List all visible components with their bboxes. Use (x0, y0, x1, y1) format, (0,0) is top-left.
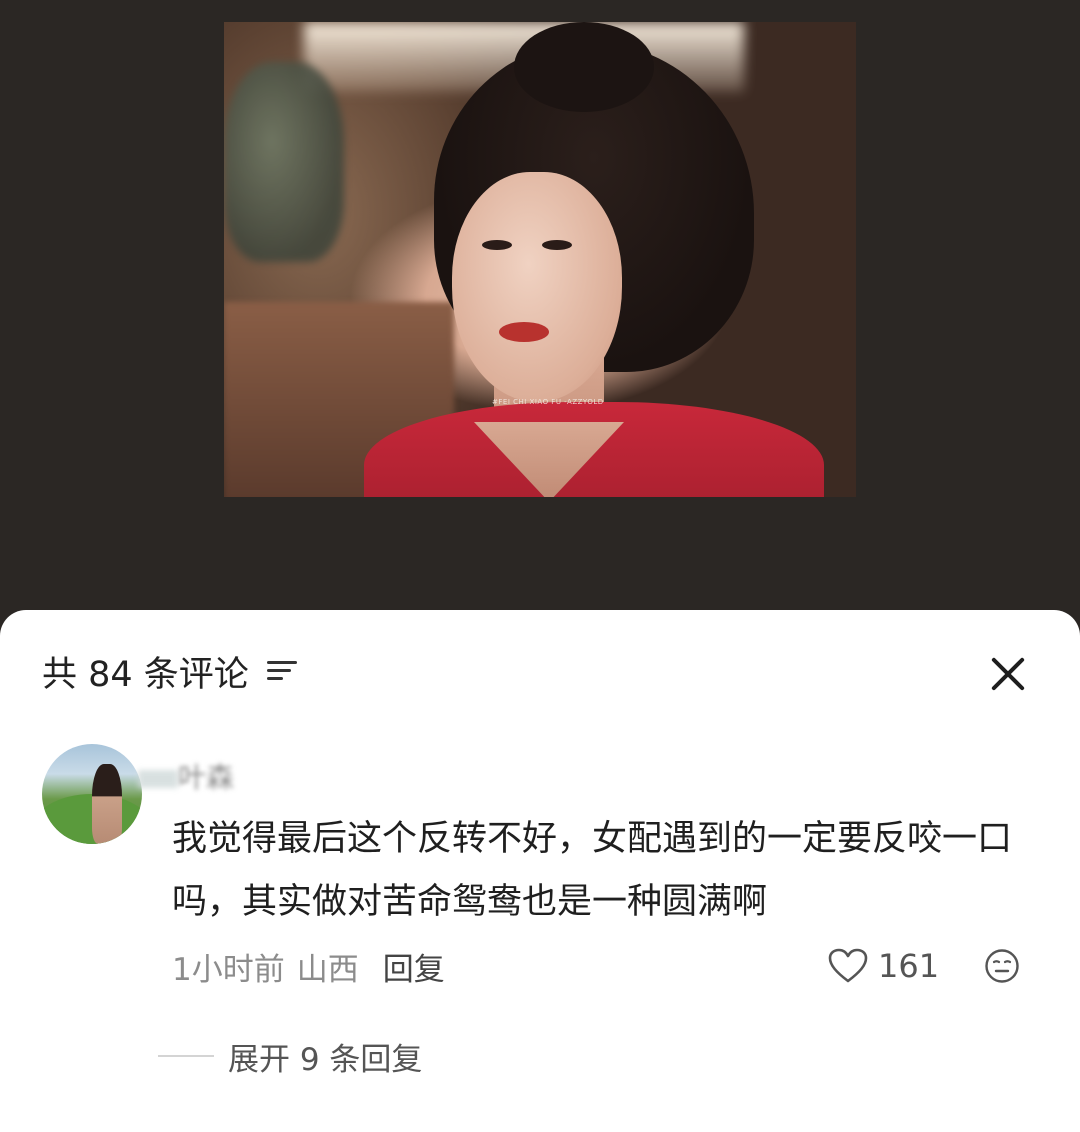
avatar[interactable] (42, 744, 142, 844)
actress-left-eye (482, 240, 512, 250)
actress-hair-bun (514, 22, 654, 112)
video-frame[interactable]: #FEI CHI XIAO FU -AZZYOLD (224, 22, 856, 497)
expand-divider-line (158, 1055, 214, 1057)
actress-right-eye (542, 240, 572, 250)
heart-outline-icon[interactable] (828, 948, 868, 984)
expand-replies[interactable]: 展开 9 条回复 (158, 1034, 422, 1079)
close-icon[interactable] (986, 652, 1030, 696)
comment-time: 1小时前 (172, 951, 285, 988)
actress-face (452, 172, 622, 402)
like-button[interactable]: 161 (828, 944, 939, 988)
comments-header: 共 84 条评论 (42, 646, 297, 696)
username-badge-blurred (138, 770, 178, 788)
video-watermark: #FEI CHI XIAO FU -AZZYOLD (492, 398, 604, 406)
background-vase (224, 62, 344, 262)
neutral-face-icon[interactable] (984, 948, 1020, 984)
comments-sheet: 共 84 条评论 叶森 我觉得最后这个反转不好，女配遇到的一定要反咬一口吗，其实… (0, 610, 1080, 1132)
comment-text: 我觉得最后这个反转不好，女配遇到的一定要反咬一口吗，其实做对苦命鸳鸯也是一种圆满… (172, 819, 1013, 922)
comment-count-title: 共 84 条评论 (42, 654, 249, 695)
expand-replies-label[interactable]: 展开 9 条回复 (228, 1034, 422, 1079)
sort-lines-icon[interactable] (266, 659, 297, 683)
comment-username[interactable]: 叶森 (178, 756, 234, 796)
actress-lips (499, 322, 549, 342)
reply-button[interactable]: 回复 (383, 944, 445, 989)
comment-meta: 1小时前 山西 回复 (172, 944, 445, 988)
avatar-figure (92, 764, 122, 844)
like-count: 161 (878, 947, 940, 985)
comment-location: 山西 (296, 951, 359, 988)
video-area[interactable]: #FEI CHI XIAO FU -AZZYOLD (0, 0, 1080, 640)
